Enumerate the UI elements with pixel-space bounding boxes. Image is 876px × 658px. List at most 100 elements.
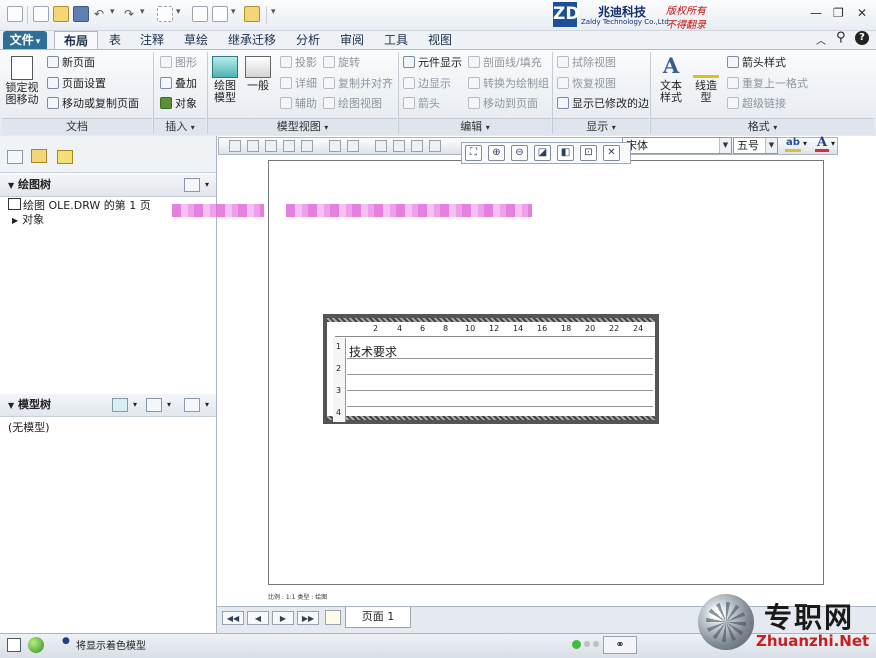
- navigator-toggle-icon[interactable]: [7, 638, 21, 652]
- favorites-tab-icon[interactable]: [57, 150, 73, 164]
- save-icon[interactable]: [265, 140, 277, 152]
- general-view-button[interactable]: 一般: [243, 56, 273, 92]
- select-dropdown-icon[interactable]: ▾: [176, 7, 181, 17]
- expand-triangle-icon[interactable]: ▶: [12, 216, 18, 225]
- app-icon[interactable]: [7, 6, 23, 22]
- auxiliary-button[interactable]: 辅助: [280, 95, 317, 113]
- redo-icon[interactable]: ↷: [124, 7, 134, 21]
- tab-annotate[interactable]: 注释: [132, 31, 172, 50]
- move-copy-page-button[interactable]: 移动或复制页面: [47, 95, 139, 113]
- restore-button[interactable]: ❐: [833, 6, 844, 20]
- object-button[interactable]: 对象: [160, 95, 197, 113]
- display-style-icon[interactable]: ◧: [557, 145, 574, 161]
- collapse-triangle-icon[interactable]: ▼: [8, 401, 14, 410]
- folder-browser-tab-icon[interactable]: [31, 149, 47, 163]
- chevron-down-icon[interactable]: ▾: [133, 394, 137, 416]
- tab-analysis[interactable]: 分析: [288, 31, 328, 50]
- save-icon[interactable]: [73, 6, 89, 22]
- restore-view-button[interactable]: 恢复视图: [557, 75, 616, 93]
- chevron-up-icon[interactable]: ︿: [816, 32, 826, 47]
- customize-quick-access-icon[interactable]: ▾: [271, 7, 276, 17]
- group-format-label[interactable]: 格式 ▾: [651, 118, 874, 135]
- new-file-icon[interactable]: [33, 6, 49, 22]
- element-display-button[interactable]: 元件显示: [403, 54, 462, 72]
- print-preview-icon[interactable]: [301, 140, 313, 152]
- datum-display-icon[interactable]: ⊡: [580, 145, 597, 161]
- edge-display-button[interactable]: 边显示: [403, 75, 451, 93]
- chevron-down-icon[interactable]: ▼: [719, 138, 731, 153]
- copy-align-button[interactable]: 复制并对齐: [323, 75, 393, 93]
- zoom-out-icon[interactable]: ⊖: [511, 145, 528, 161]
- cut-icon[interactable]: [375, 140, 387, 152]
- close-file-icon[interactable]: [244, 6, 260, 22]
- tab-tools[interactable]: 工具: [376, 31, 416, 50]
- erase-view-button[interactable]: 拭除视图: [557, 54, 616, 72]
- next-page-button[interactable]: ▶: [272, 611, 294, 625]
- group-model-view-label[interactable]: 模型视图 ▾: [208, 118, 397, 135]
- chevron-down-icon[interactable]: ▾: [205, 174, 209, 196]
- font-color-icon[interactable]: A: [815, 136, 829, 152]
- text-style-button[interactable]: A 文本样式: [655, 54, 687, 104]
- tree-settings-icon[interactable]: [184, 178, 200, 192]
- browser-toggle-icon[interactable]: [28, 637, 44, 653]
- highlight-icon[interactable]: ab: [785, 138, 801, 152]
- tab-file[interactable]: 文件 ▾: [3, 31, 47, 50]
- chevron-down-icon[interactable]: ▾: [167, 394, 171, 416]
- show-icon[interactable]: [112, 398, 128, 412]
- chevron-down-icon[interactable]: ▼: [765, 138, 777, 153]
- annotation-display-icon[interactable]: ✕: [603, 145, 620, 161]
- new-icon[interactable]: [229, 140, 241, 152]
- find-icon[interactable]: ⚭: [603, 636, 637, 654]
- help-icon[interactable]: ?: [855, 31, 869, 45]
- new-page-icon[interactable]: [325, 610, 341, 625]
- group-display-label[interactable]: 显示 ▾: [553, 118, 649, 135]
- rotate-button[interactable]: 旋转: [323, 54, 360, 72]
- line-style-button[interactable]: 线造型: [690, 54, 722, 104]
- section-fill-button[interactable]: 剖面线/填充: [468, 54, 542, 72]
- last-page-button[interactable]: ▶▶: [297, 611, 319, 625]
- horizontal-ruler[interactable]: 2 4 6 8 10 12 14 16 18 20 22 24: [335, 324, 655, 337]
- font-select[interactable]: 宋体 ▼: [622, 137, 732, 154]
- close-button[interactable]: ✕: [857, 6, 867, 20]
- print-icon[interactable]: [283, 140, 295, 152]
- previous-page-button[interactable]: ◀: [247, 611, 269, 625]
- move-to-page-button[interactable]: 移动到页面: [468, 95, 538, 113]
- first-page-button[interactable]: ◀◀: [222, 611, 244, 625]
- spell-check-icon[interactable]: [329, 140, 341, 152]
- layer-tree-tab-icon[interactable]: [7, 150, 23, 164]
- convert-drawing-button[interactable]: 转换为绘制组: [468, 75, 549, 93]
- repeat-format-button[interactable]: 重复上一格式: [727, 75, 808, 93]
- minimize-button[interactable]: —: [810, 6, 822, 20]
- repaint-icon[interactable]: ◪: [534, 145, 551, 161]
- projection-button[interactable]: 投影: [280, 54, 317, 72]
- window-dropdown-icon[interactable]: ▾: [231, 7, 236, 17]
- select-box-icon[interactable]: [157, 6, 173, 22]
- open-folder-icon[interactable]: [53, 6, 69, 22]
- detail-button[interactable]: 详细: [280, 75, 317, 93]
- undo-icon[interactable]: ↶: [94, 7, 104, 21]
- chevron-down-icon[interactable]: ▾: [831, 139, 835, 148]
- chevron-down-icon[interactable]: ▾: [205, 394, 209, 416]
- vertical-ruler[interactable]: 1 2 3 4: [333, 338, 346, 422]
- regenerate-icon[interactable]: [192, 6, 208, 22]
- tab-table[interactable]: 表: [100, 31, 130, 50]
- overlay-button[interactable]: 叠加: [160, 75, 197, 93]
- window-icon[interactable]: [212, 6, 228, 22]
- redo-dropdown-icon[interactable]: ▾: [140, 7, 145, 17]
- format-painter-icon[interactable]: [429, 140, 441, 152]
- copy-icon[interactable]: [393, 140, 405, 152]
- font-size-select[interactable]: 五号 ▼: [733, 137, 778, 154]
- page-setup-button[interactable]: 页面设置: [47, 75, 106, 93]
- tab-view[interactable]: 视图: [420, 31, 460, 50]
- refit-icon[interactable]: ⛶: [465, 145, 482, 161]
- show-modified-edges-button[interactable]: 显示已修改的边: [557, 95, 649, 113]
- research-icon[interactable]: [347, 140, 359, 152]
- page-tab[interactable]: 页面 1: [345, 607, 411, 628]
- collapse-triangle-icon[interactable]: ▼: [8, 181, 14, 190]
- tab-layout[interactable]: 布局: [54, 31, 98, 50]
- drawing-view-button[interactable]: 绘图视图: [323, 95, 382, 113]
- new-page-button[interactable]: 新页面: [47, 54, 95, 72]
- group-edit-label[interactable]: 编辑 ▾: [399, 118, 551, 135]
- tab-legacy-migration[interactable]: 继承迁移: [222, 31, 282, 50]
- tab-review[interactable]: 审阅: [332, 31, 372, 50]
